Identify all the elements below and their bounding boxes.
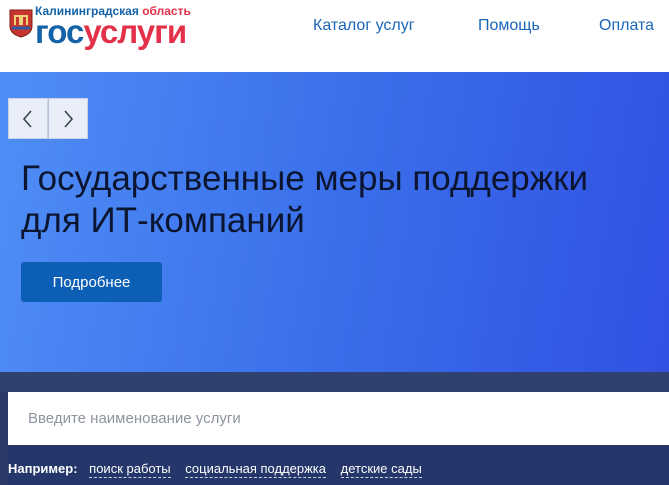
carousel-controls bbox=[8, 98, 88, 139]
more-details-button[interactable]: Подробнее bbox=[21, 262, 162, 302]
nav-catalog-link[interactable]: Каталог услуг bbox=[313, 17, 415, 35]
search-left-strip bbox=[0, 392, 8, 485]
example-link-social-support[interactable]: социальная поддержка bbox=[185, 461, 327, 478]
carousel-next-button[interactable] bbox=[48, 98, 88, 139]
header: Калининградская область госуслуги Катало… bbox=[0, 0, 669, 72]
nav-payment-link[interactable]: Оплата bbox=[599, 17, 654, 35]
nav-help-link[interactable]: Помощь bbox=[478, 17, 540, 35]
service-search-input[interactable] bbox=[8, 392, 669, 445]
example-link-job-search[interactable]: поиск работы bbox=[89, 461, 171, 478]
chevron-right-icon bbox=[64, 109, 74, 128]
example-link-kindergartens[interactable]: детские сады bbox=[340, 461, 422, 478]
hero-title: Государственные меры поддержки для ИТ-ко… bbox=[21, 158, 669, 242]
chevron-left-icon bbox=[22, 109, 32, 128]
hero-title-line1: Государственные меры поддержки bbox=[21, 159, 589, 198]
search-section: Например: поиск работы социальная поддер… bbox=[0, 372, 669, 485]
top-nav: Каталог услуг Помощь Оплата bbox=[0, 17, 669, 37]
examples-label: Например: bbox=[8, 461, 78, 476]
hero-title-line2: для ИТ-компаний bbox=[21, 201, 305, 240]
carousel-prev-button[interactable] bbox=[8, 98, 48, 139]
search-band-top bbox=[0, 372, 669, 392]
search-examples: Например: поиск работы социальная поддер… bbox=[8, 461, 433, 479]
